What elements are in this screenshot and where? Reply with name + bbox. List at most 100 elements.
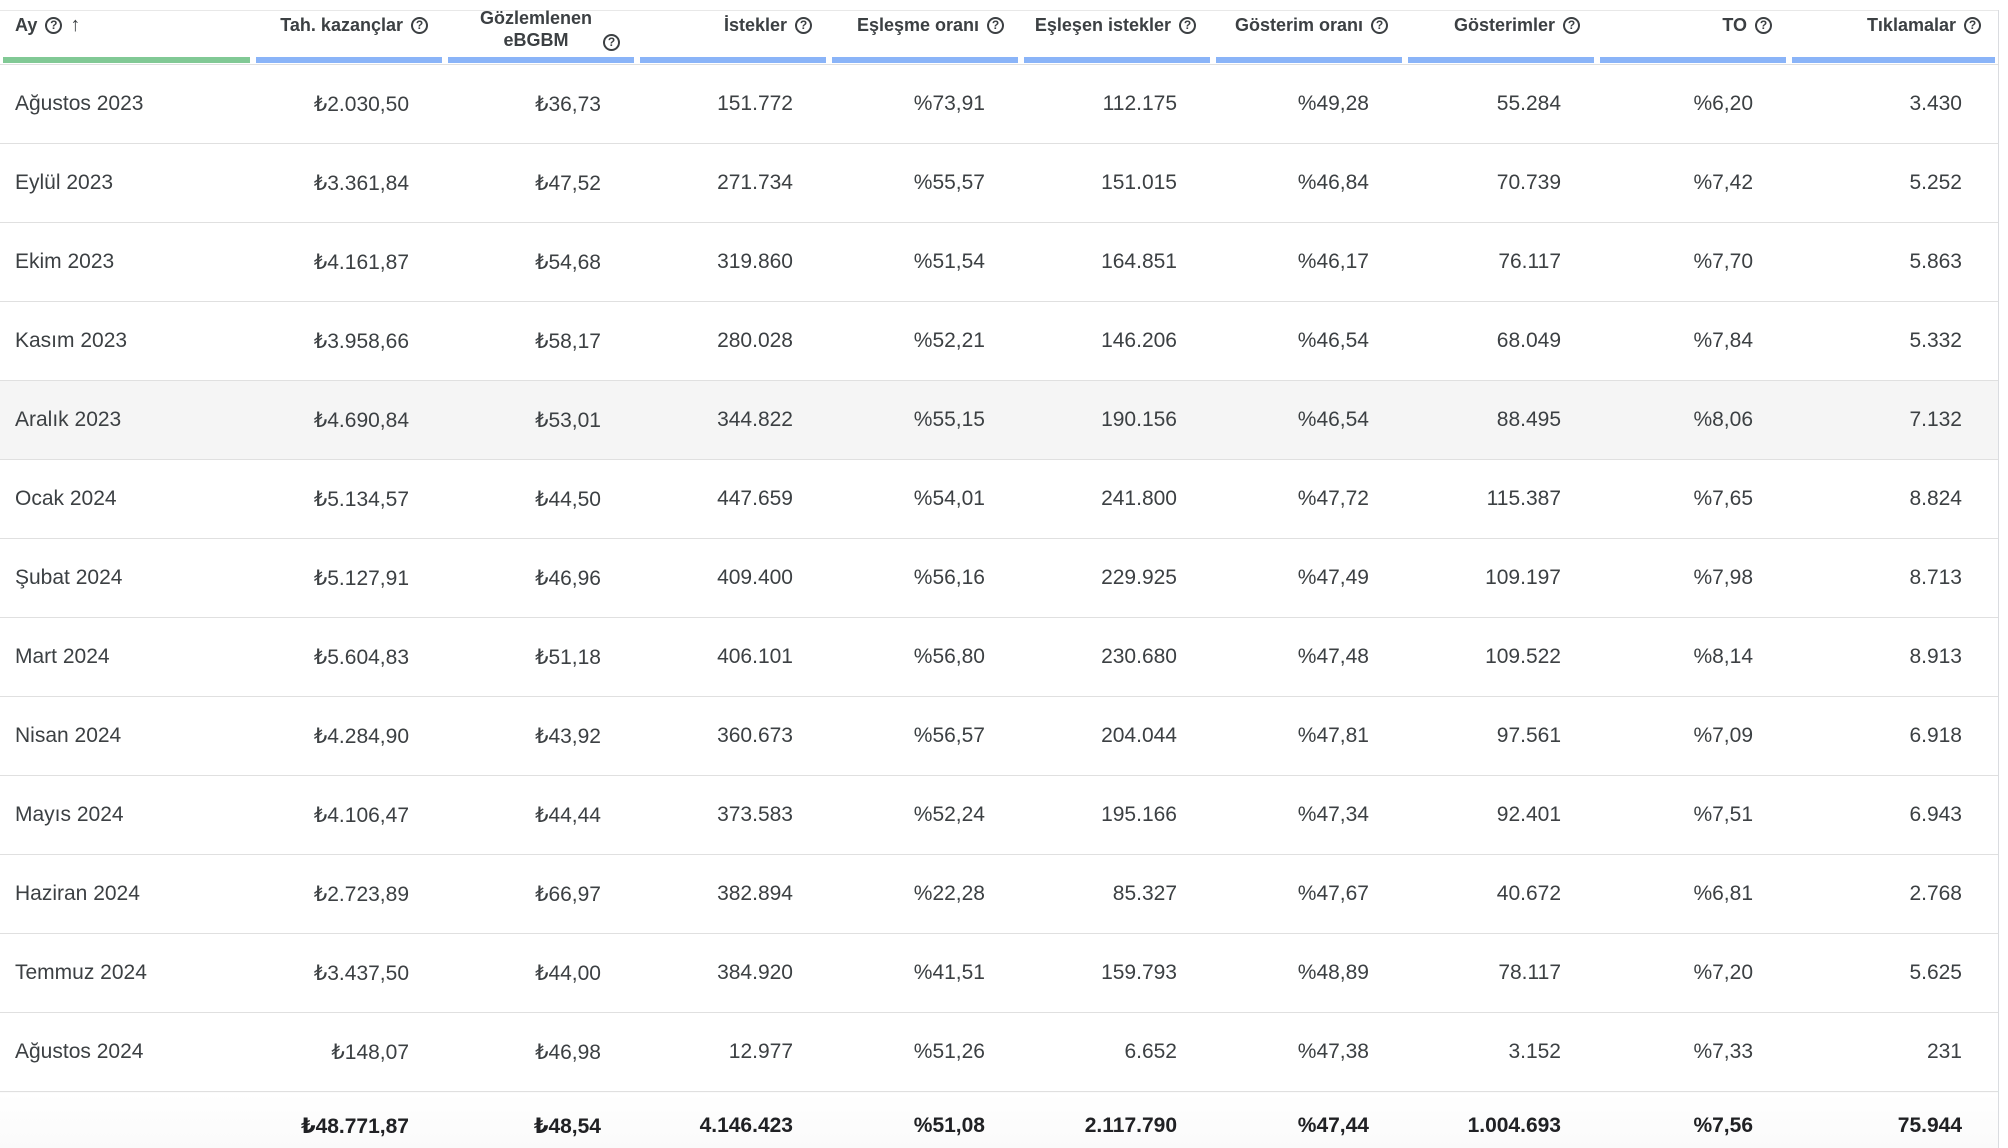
column-header-month[interactable]: Ay ? ↑ xyxy=(0,0,253,65)
metric-cell: 8.913 xyxy=(1789,617,1998,697)
help-icon[interactable]: ? xyxy=(1563,16,1580,34)
metric-cell: %47,72 xyxy=(1213,459,1405,539)
metric-cell: %7,65 xyxy=(1597,459,1789,539)
metric-cell: 360.673 xyxy=(637,696,829,776)
metric-cell: %7,09 xyxy=(1597,696,1789,776)
month-cell: Mayıs 2024 xyxy=(0,775,253,855)
metric-cell: %46,54 xyxy=(1213,301,1405,381)
metric-cell: 146.206 xyxy=(1021,301,1213,381)
help-icon[interactable]: ? xyxy=(795,16,812,34)
metric-cell: ₺4.690,84 xyxy=(253,380,445,460)
metric-cell: ₺54,68 xyxy=(445,222,637,302)
metric-cell: %7,33 xyxy=(1597,1012,1789,1092)
table-row[interactable]: Temmuz 2024 ₺3.437,50 ₺44,00 384.920 %41,51 1… xyxy=(0,933,1998,1013)
month-cell: Eylül 2023 xyxy=(0,143,253,223)
table-row[interactable]: Mayıs 2024 ₺4.106,47 ₺44,44 373.583 %52,24 19… xyxy=(0,775,1998,855)
help-icon[interactable]: ? xyxy=(1755,16,1772,34)
metric-cell: %48,89 xyxy=(1213,933,1405,1013)
column-header-match-rate[interactable]: Eşleşme oranı ? xyxy=(829,0,1021,65)
metric-cell: %22,28 xyxy=(829,854,1021,934)
table-row[interactable]: Ağustos 2024 ₺148,07 ₺46,98 12.977 %51,26 6.6… xyxy=(0,1012,1998,1092)
metric-cell: 164.851 xyxy=(1021,222,1213,302)
column-header-observed-ecpm[interactable]: Gözlemlenen eBGBM ? xyxy=(445,0,637,65)
column-header-ctr[interactable]: TO ? xyxy=(1597,0,1789,65)
metric-cell: %52,24 xyxy=(829,775,1021,855)
column-label: Eşleşme oranı xyxy=(856,15,979,35)
metric-cell: 151.772 xyxy=(637,64,829,144)
sort-indicator-bar xyxy=(3,57,250,63)
report-frame: Ay ? ↑ Tah. kazançlar ? Gözlemlenen eBGB… xyxy=(0,0,2008,1148)
total-cell: %7,56 xyxy=(1597,1091,1789,1148)
column-header-impressions[interactable]: Gösterimler ? xyxy=(1405,0,1597,65)
column-header-estimated-earnings[interactable]: Tah. kazançlar ? xyxy=(253,0,445,65)
arrow-up-icon[interactable]: ↑ xyxy=(70,15,80,35)
metric-cell: 8.713 xyxy=(1789,538,1998,618)
metric-cell: ₺5.604,83 xyxy=(253,617,445,697)
total-cell: 75.944 xyxy=(1789,1091,1998,1148)
metric-cell: %56,80 xyxy=(829,617,1021,697)
metric-cell: ₺47,52 xyxy=(445,143,637,223)
metric-cell: ₺2.723,89 xyxy=(253,854,445,934)
column-header-clicks[interactable]: Tıklamalar ? xyxy=(1789,0,1998,65)
metric-cell: 3.152 xyxy=(1405,1012,1597,1092)
help-icon[interactable]: ? xyxy=(1964,16,1981,34)
metric-cell: ₺3.361,84 xyxy=(253,143,445,223)
month-cell: Şubat 2024 xyxy=(0,538,253,618)
month-cell: Nisan 2024 xyxy=(0,696,253,776)
metric-cell: 6.943 xyxy=(1789,775,1998,855)
metric-cell: 88.495 xyxy=(1405,380,1597,460)
metric-cell: %8,06 xyxy=(1597,380,1789,460)
right-edge-divider xyxy=(1998,10,1999,1148)
help-icon[interactable]: ? xyxy=(987,16,1004,34)
metric-cell: 70.739 xyxy=(1405,143,1597,223)
metric-cell: ₺44,44 xyxy=(445,775,637,855)
month-cell: Haziran 2024 xyxy=(0,854,253,934)
column-label: Tah. kazançlar xyxy=(280,15,403,35)
table-row[interactable]: Ocak 2024 ₺5.134,57 ₺44,50 447.659 %54,01 241… xyxy=(0,459,1998,539)
table-row[interactable]: Aralık 2023 ₺4.690,84 ₺53,01 344.822 %55,15 1… xyxy=(0,380,1998,460)
table-row[interactable]: Haziran 2024 ₺2.723,89 ₺66,97 382.894 %22,28… xyxy=(0,854,1998,934)
month-cell: Ağustos 2024 xyxy=(0,1012,253,1092)
metric-cell: ₺66,97 xyxy=(445,854,637,934)
column-indicator-bar xyxy=(256,57,442,63)
help-icon[interactable]: ? xyxy=(45,16,63,34)
metric-cell: 5.252 xyxy=(1789,143,1998,223)
metric-cell: %7,42 xyxy=(1597,143,1789,223)
metric-cell: 195.166 xyxy=(1021,775,1213,855)
metric-cell: %49,28 xyxy=(1213,64,1405,144)
help-icon[interactable]: ? xyxy=(1179,16,1196,34)
table-body: Ağustos 2023 ₺2.030,50 ₺36,73 151.772 %73,91… xyxy=(0,64,1998,1148)
table-row[interactable]: Ağustos 2023 ₺2.030,50 ₺36,73 151.772 %73,91… xyxy=(0,64,1998,144)
column-header-matched-requests[interactable]: Eşleşen istekler ? xyxy=(1021,0,1213,65)
metric-cell: 5.332 xyxy=(1789,301,1998,381)
metric-cell: 231 xyxy=(1789,1012,1998,1092)
table-row[interactable]: Ekim 2023 ₺4.161,87 ₺54,68 319.860 %51,54 164… xyxy=(0,222,1998,302)
total-cell: 2.117.790 xyxy=(1021,1091,1213,1148)
column-label: TO xyxy=(1722,15,1747,35)
metric-cell: 7.132 xyxy=(1789,380,1998,460)
table-row[interactable]: Kasım 2023 ₺3.958,66 ₺58,17 280.028 %52,21 14… xyxy=(0,301,1998,381)
table-row[interactable]: Şubat 2024 ₺5.127,91 ₺46,96 409.400 %56,16 22… xyxy=(0,538,1998,618)
metric-cell: ₺44,00 xyxy=(445,933,637,1013)
metric-cell: %7,98 xyxy=(1597,538,1789,618)
column-header-requests[interactable]: İstekler ? xyxy=(637,0,829,65)
metric-cell: %56,57 xyxy=(829,696,1021,776)
total-cell: ₺48,54 xyxy=(445,1091,637,1148)
metric-cell: %73,91 xyxy=(829,64,1021,144)
metric-cell: %56,16 xyxy=(829,538,1021,618)
metric-cell: 5.625 xyxy=(1789,933,1998,1013)
column-label: Gösterim oranı xyxy=(1234,15,1363,35)
table-row[interactable]: Eylül 2023 ₺3.361,84 ₺47,52 271.734 %55,57 15… xyxy=(0,143,1998,223)
total-cell: %51,08 xyxy=(829,1091,1021,1148)
metric-cell: 190.156 xyxy=(1021,380,1213,460)
month-cell: Kasım 2023 xyxy=(0,301,253,381)
help-icon[interactable]: ? xyxy=(603,34,620,51)
column-header-show-rate[interactable]: Gösterim oranı ? xyxy=(1213,0,1405,65)
metric-cell: 271.734 xyxy=(637,143,829,223)
help-icon[interactable]: ? xyxy=(411,16,428,34)
help-icon[interactable]: ? xyxy=(1371,16,1388,34)
metric-cell: %7,51 xyxy=(1597,775,1789,855)
table-row[interactable]: Mart 2024 ₺5.604,83 ₺51,18 406.101 %56,80 230… xyxy=(0,617,1998,697)
table-row[interactable]: Nisan 2024 ₺4.284,90 ₺43,92 360.673 %56,57 20… xyxy=(0,696,1998,776)
metric-cell: 204.044 xyxy=(1021,696,1213,776)
